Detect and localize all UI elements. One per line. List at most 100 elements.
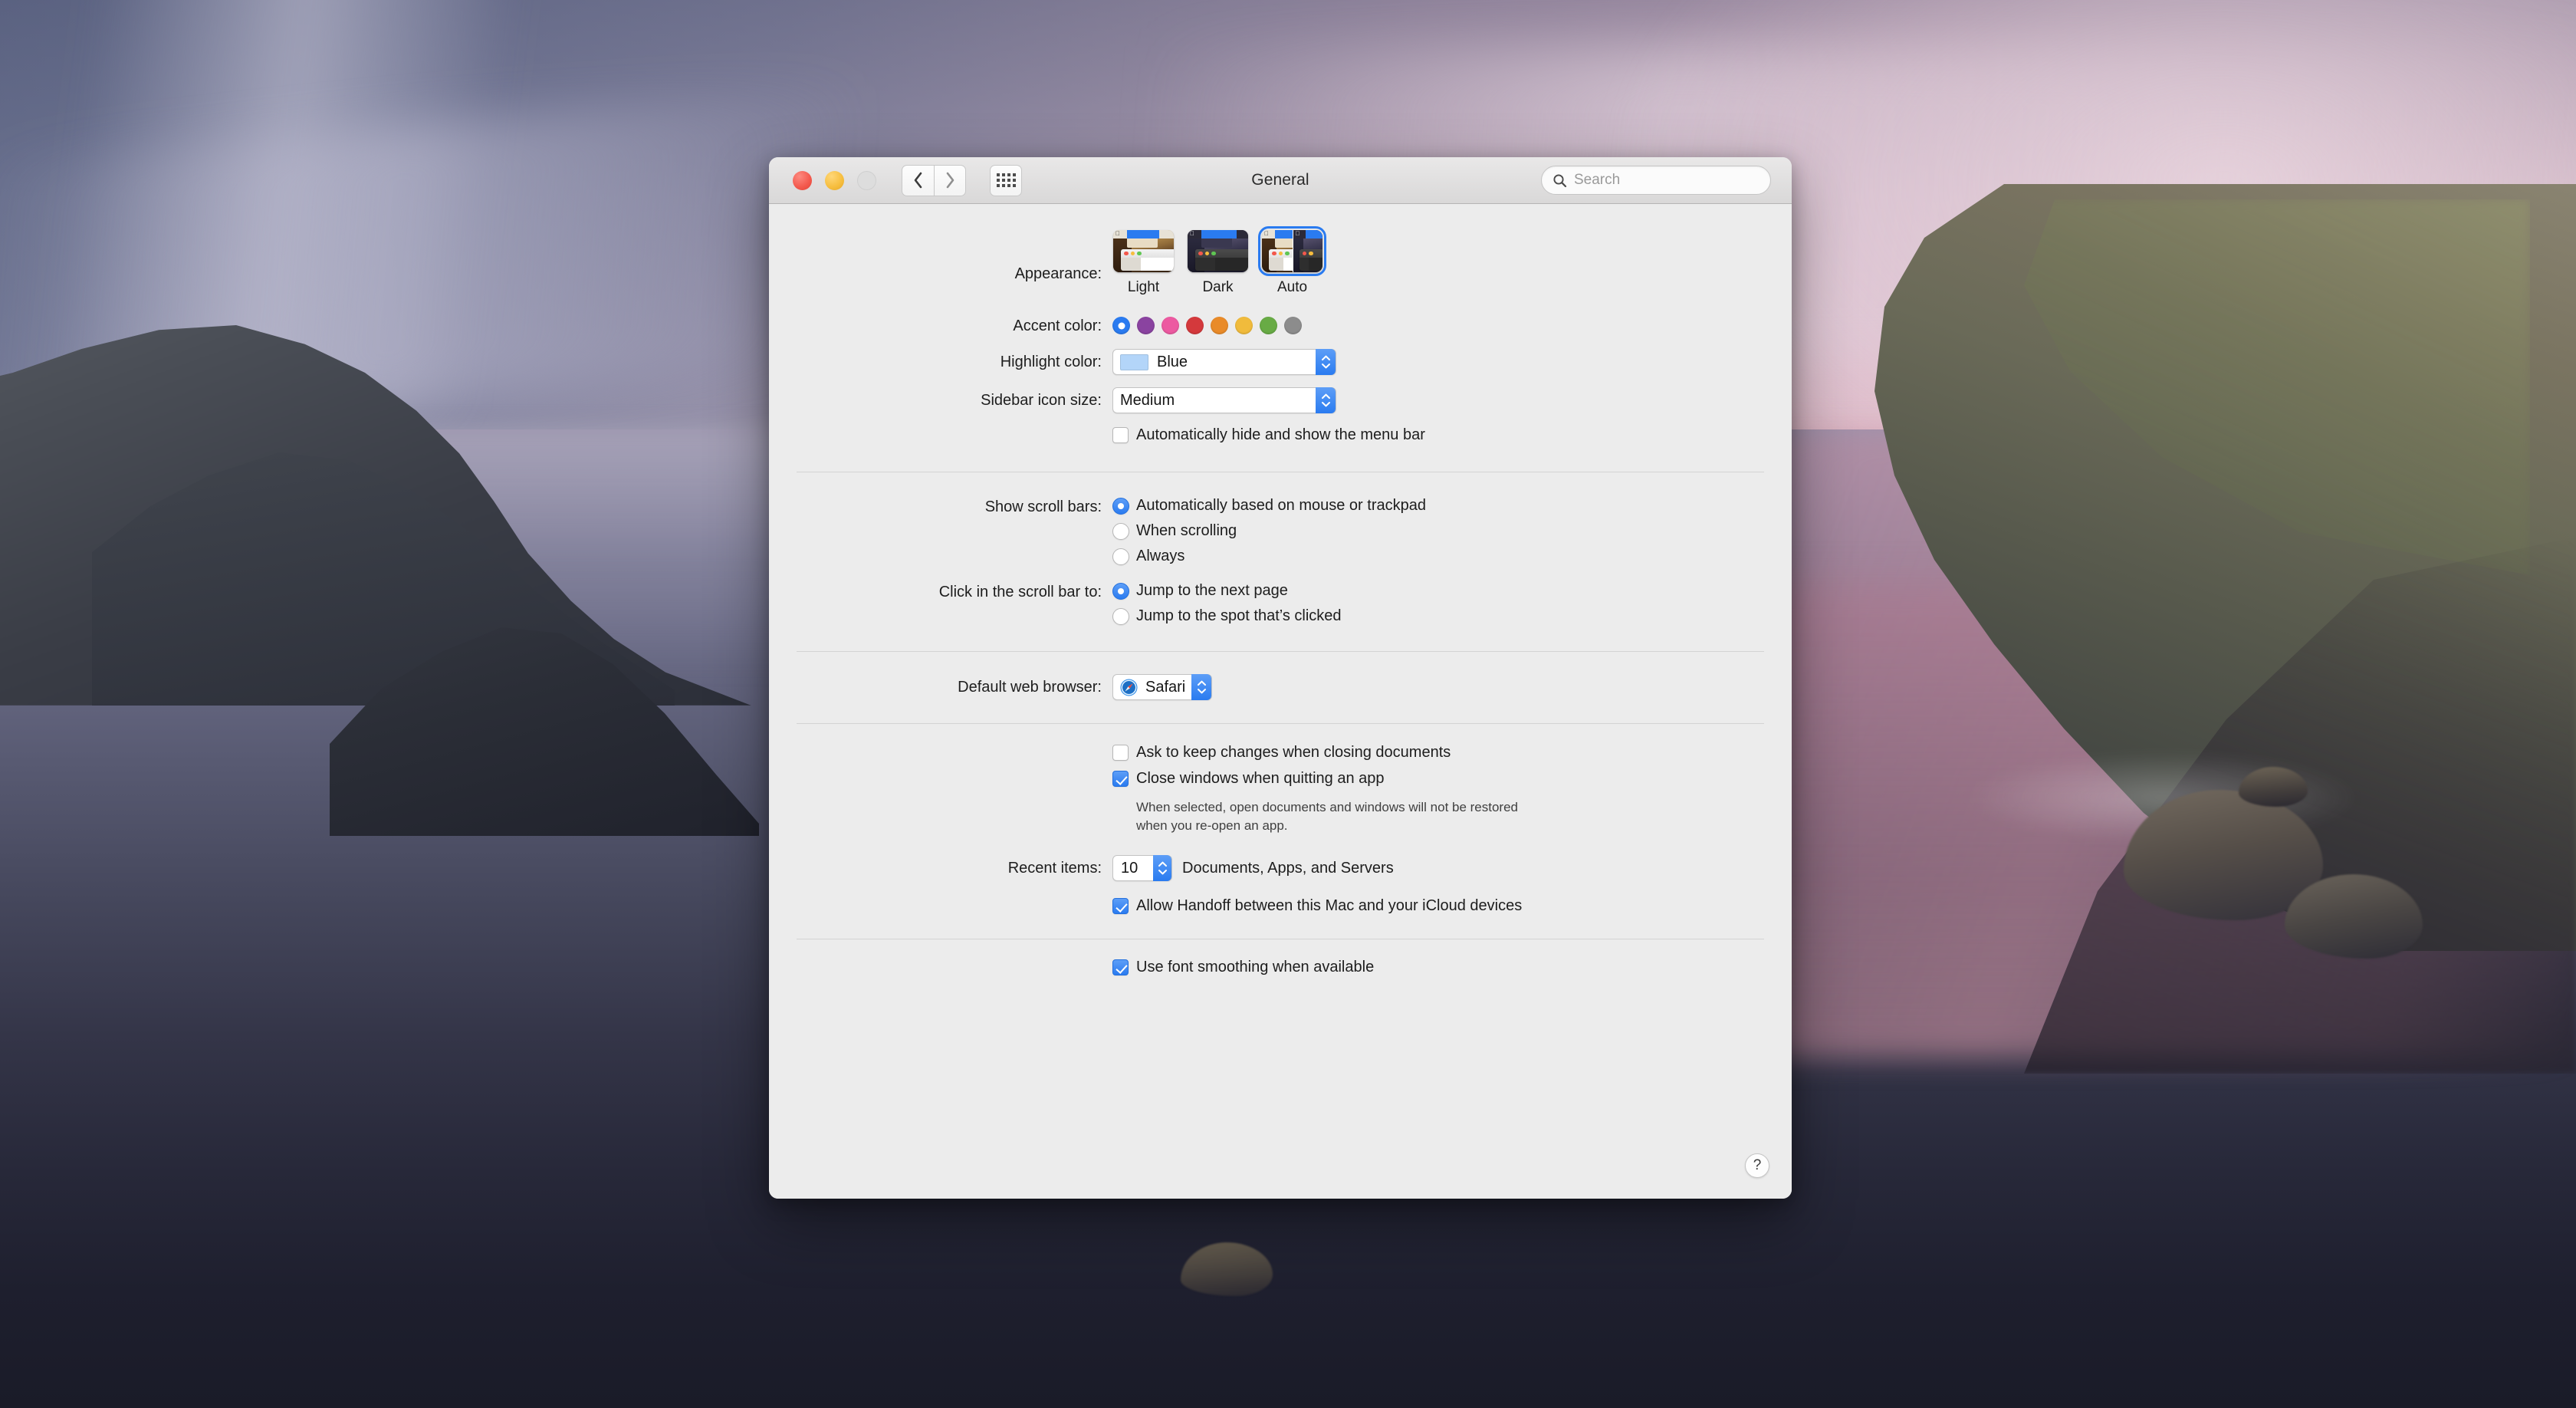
grid-icon <box>996 173 1016 187</box>
row-click-scroll-bar: Click in the scroll bar to: Jump to the … <box>769 565 1792 651</box>
accent-swatch-orange[interactable] <box>1211 317 1228 334</box>
ask-keep-changes-label: Ask to keep changes when closing documen… <box>1136 744 1451 761</box>
click-scroll-radio-next-page[interactable] <box>1112 582 1129 600</box>
auto-hide-menu-bar-checkbox-row[interactable]: Automatically hide and show the menu bar <box>1112 426 1425 444</box>
scroll-bars-radio-always[interactable] <box>1112 548 1129 565</box>
accent-swatch-yellow[interactable] <box>1235 317 1253 334</box>
row-handoff: Allow Handoff between this Mac and your … <box>769 881 1792 939</box>
row-close-windows-note: When selected, open documents and window… <box>769 788 1792 835</box>
scroll-bars-option-when-scrolling[interactable]: When scrolling <box>1112 522 1426 540</box>
sidebar-icon-size-label: Sidebar icon size: <box>981 392 1102 409</box>
scroll-bars-radio-automatic[interactable] <box>1112 497 1129 515</box>
chevron-updown-icon[interactable] <box>1191 674 1211 700</box>
default-browser-value: Safari <box>1145 678 1186 696</box>
close-windows-label: Close windows when quitting an app <box>1136 770 1385 787</box>
section-default-browser: Default web browser: Safari <box>769 652 1792 723</box>
appearance-option-dark[interactable]:  <box>1187 230 1249 296</box>
ask-keep-changes-checkbox[interactable] <box>1112 745 1129 761</box>
row-auto-hide-menu-bar: Automatically hide and show the menu bar <box>769 413 1792 472</box>
help-button[interactable]: ? <box>1745 1153 1769 1178</box>
show-scroll-bars-label: Show scroll bars: <box>984 498 1102 515</box>
scroll-bars-label-automatic: Automatically based on mouse or trackpad <box>1136 497 1426 514</box>
sidebar-icon-size-popup[interactable]: Medium <box>1112 387 1336 413</box>
close-windows-checkbox[interactable] <box>1112 771 1129 787</box>
appearance-label-dark: Dark <box>1202 279 1234 295</box>
font-smoothing-checkbox[interactable] <box>1112 959 1129 976</box>
highlight-color-value: Blue <box>1157 353 1188 370</box>
scroll-bars-label-when-scrolling: When scrolling <box>1136 522 1237 539</box>
window-titlebar: General Search <box>769 157 1792 204</box>
highlight-color-swatch <box>1120 354 1148 370</box>
click-scroll-label-spot-clicked: Jump to the spot that’s clicked <box>1136 607 1342 624</box>
forward-button[interactable] <box>934 164 966 196</box>
show-all-button[interactable] <box>990 164 1022 196</box>
chevron-updown-icon[interactable] <box>1316 349 1336 375</box>
section-appearance: Appearance:  <box>769 204 1792 472</box>
scroll-bars-label-always: Always <box>1136 548 1185 564</box>
accent-swatch-purple[interactable] <box>1137 317 1155 334</box>
appearance-thumbnail-light[interactable]:  <box>1113 230 1174 272</box>
appearance-options:  <box>1112 226 1326 296</box>
appearance-option-auto[interactable]:  <box>1258 226 1326 296</box>
highlight-color-label: Highlight color: <box>1000 354 1102 370</box>
row-font-smoothing: Use font smoothing when available <box>769 939 1792 976</box>
section-documents: Ask to keep changes when closing documen… <box>769 724 1792 939</box>
font-smoothing-label: Use font smoothing when available <box>1136 959 1375 976</box>
accent-swatch-green[interactable] <box>1260 317 1277 334</box>
recent-items-value: 10 <box>1121 859 1138 877</box>
chevron-updown-icon[interactable] <box>1316 387 1336 413</box>
close-windows-note: When selected, open documents and window… <box>1136 798 1518 835</box>
zoom-button[interactable] <box>857 170 876 190</box>
close-button[interactable] <box>793 170 812 190</box>
row-show-scroll-bars: Show scroll bars: Automatically based on… <box>769 472 1792 565</box>
recent-items-stepper[interactable]: 10 <box>1112 855 1172 882</box>
accent-swatch-red[interactable] <box>1186 317 1204 334</box>
appearance-thumbnail-dark[interactable]:  <box>1188 230 1248 272</box>
accent-swatch-graphite[interactable] <box>1284 317 1302 334</box>
row-close-windows: Close windows when quitting an app <box>769 762 1792 788</box>
traffic-light-group <box>793 170 876 190</box>
minimize-button[interactable] <box>825 170 844 190</box>
highlight-color-popup[interactable]: Blue <box>1112 349 1336 375</box>
handoff-label: Allow Handoff between this Mac and your … <box>1136 897 1523 915</box>
system-preferences-window: General Search Appearance: Light Dark Au… <box>769 157 1792 1199</box>
handoff-checkbox[interactable] <box>1112 898 1129 915</box>
appearance-thumbnail-auto[interactable]:  <box>1258 226 1326 276</box>
forward-chevron-icon <box>946 172 954 189</box>
click-scroll-option-next-page[interactable]: Jump to the next page <box>1112 582 1342 600</box>
click-scroll-option-spot-clicked[interactable]: Jump to the spot that’s clicked <box>1112 607 1342 625</box>
row-ask-keep-changes: Ask to keep changes when closing documen… <box>769 724 1792 762</box>
click-scroll-radio-spot-clicked[interactable] <box>1112 607 1129 625</box>
chevron-updown-icon[interactable] <box>1153 855 1171 882</box>
click-scroll-bar-label: Click in the scroll bar to: <box>938 584 1102 600</box>
search-placeholder: Search <box>1574 172 1621 188</box>
safari-icon <box>1120 679 1138 696</box>
appearance-label-light: Light <box>1127 279 1160 295</box>
click-scroll-label-next-page: Jump to the next page <box>1136 582 1288 599</box>
recent-items-label: Recent items: <box>1007 860 1102 877</box>
accent-swatch-pink[interactable] <box>1162 317 1179 334</box>
scroll-bars-option-always[interactable]: Always <box>1112 548 1426 565</box>
auto-hide-menu-bar-checkbox[interactable] <box>1112 427 1129 443</box>
accent-swatch-blue[interactable] <box>1112 317 1130 334</box>
appearance-label: Appearance: <box>1014 265 1102 282</box>
back-chevron-icon <box>914 172 922 189</box>
font-smoothing-checkbox-row[interactable]: Use font smoothing when available <box>1112 959 1374 976</box>
recent-items-suffix: Documents, Apps, and Servers <box>1182 859 1394 877</box>
search-field[interactable]: Search <box>1541 166 1771 195</box>
search-icon <box>1553 173 1567 187</box>
default-browser-popup[interactable]: Safari <box>1112 674 1212 700</box>
row-recent-items: Recent items: 10 Documents, Apps, and Se… <box>769 835 1792 882</box>
handoff-checkbox-row[interactable]: Allow Handoff between this Mac and your … <box>1112 897 1522 915</box>
row-sidebar-icon-size: Sidebar icon size: Medium <box>769 375 1792 413</box>
scroll-bars-radio-when-scrolling[interactable] <box>1112 522 1129 540</box>
row-highlight-color: Highlight color: Blue <box>769 334 1792 375</box>
back-button[interactable] <box>902 164 934 196</box>
close-windows-checkbox-row[interactable]: Close windows when quitting an app <box>1112 770 1385 788</box>
scroll-bars-option-automatic[interactable]: Automatically based on mouse or trackpad <box>1112 497 1426 515</box>
appearance-option-light[interactable]:  <box>1112 230 1175 296</box>
close-windows-note-line2: when you re-open an app. <box>1136 818 1288 834</box>
sidebar-icon-size-value: Medium <box>1120 391 1175 409</box>
ask-keep-changes-checkbox-row[interactable]: Ask to keep changes when closing documen… <box>1112 744 1451 762</box>
appearance-label-auto: Auto <box>1276 279 1308 295</box>
